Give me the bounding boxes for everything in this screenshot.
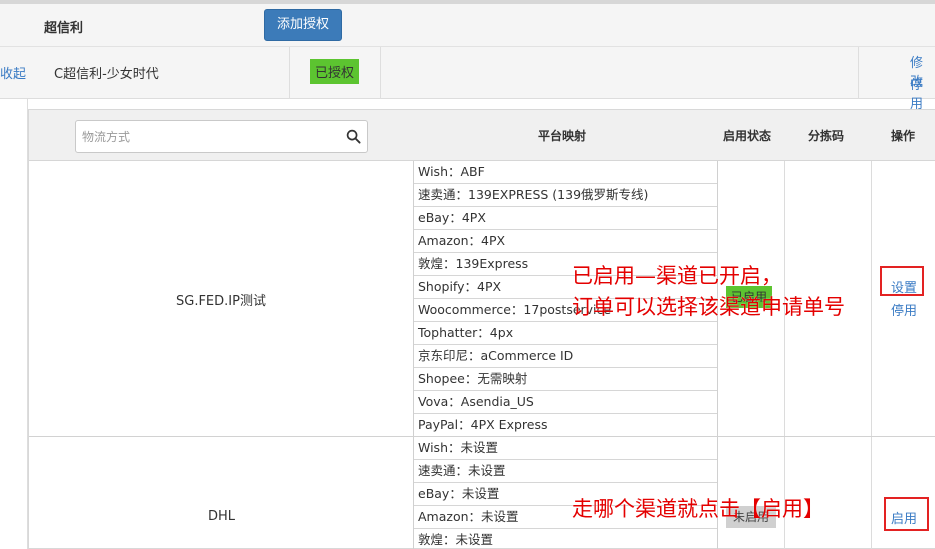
mapping-item: Wish：ABF xyxy=(414,161,717,184)
add-authorization-button[interactable]: 添加授权 xyxy=(264,9,342,41)
annotation-enable-hint: 走哪个渠道就点击【启用】 xyxy=(572,497,824,521)
divider xyxy=(289,47,290,99)
collapse-link[interactable]: 收起 xyxy=(0,63,26,82)
search-box xyxy=(75,120,368,153)
channel-name: SG.FED.IP测试 xyxy=(176,294,266,309)
mapping-item: Tophatter：4px xyxy=(414,322,717,345)
account-name: C超信利-少女时代 xyxy=(54,67,159,82)
table-header: 平台映射 启用状态 分拣码 操作 xyxy=(29,110,935,161)
left-gutter xyxy=(0,99,28,549)
account-row: 收起 C超信利-少女时代 已授权 修改 停用 xyxy=(0,47,935,112)
group-title: 超信利 xyxy=(44,21,84,36)
channel-name: DHL xyxy=(208,509,236,524)
mapping-item: 敦煌：未设置 xyxy=(418,532,494,547)
authorized-badge: 已授权 xyxy=(310,59,360,84)
annotation-enabled-line2: 订单可以选择该渠道申请单号 xyxy=(572,295,845,319)
col-header-status: 启用状态 xyxy=(723,129,772,143)
col-header-sort-code: 分拣码 xyxy=(808,129,845,143)
annotation-enabled-line1: 已启用—渠道已开启， xyxy=(572,264,782,288)
disable-account-link[interactable]: 停用 xyxy=(910,74,935,112)
channel-table: 平台映射 启用状态 分拣码 操作 SG.FED.IP测试 Wish：ABF 速卖… xyxy=(28,109,935,549)
mapping-item: Wish：未设置 xyxy=(414,437,717,460)
mapping-item: eBay：4PX xyxy=(414,207,717,230)
col-header-mapping: 平台映射 xyxy=(538,129,587,143)
mapping-item: PayPal：4PX Express xyxy=(418,417,548,432)
mapping-item: Amazon：4PX xyxy=(414,230,717,253)
highlight-box-settings xyxy=(880,266,924,296)
divider xyxy=(858,47,859,99)
search-input[interactable] xyxy=(82,127,332,146)
highlight-box-enable xyxy=(884,497,929,531)
mapping-item: 速卖通：未设置 xyxy=(414,460,717,483)
mapping-item: 京东印尼：aCommerce ID xyxy=(414,345,717,368)
mapping-item: 速卖通：139EXPRESS (139俄罗斯专线) xyxy=(414,184,717,207)
disable-channel-link[interactable]: 停用 xyxy=(891,300,917,319)
mapping-item: Vova：Asendia_US xyxy=(414,391,717,414)
column-divider xyxy=(871,161,872,549)
platform-mapping-list: Wish：未设置 速卖通：未设置 eBay：未设置 Amazon：未设置 敦煌：… xyxy=(413,437,718,549)
col-header-action: 操作 xyxy=(891,129,916,143)
mapping-item: Shopee：无需映射 xyxy=(414,368,717,391)
divider xyxy=(380,47,381,99)
search-icon[interactable] xyxy=(346,129,361,144)
column-divider xyxy=(784,161,785,549)
account-group-header: 超信利 添加授权 xyxy=(0,4,935,47)
